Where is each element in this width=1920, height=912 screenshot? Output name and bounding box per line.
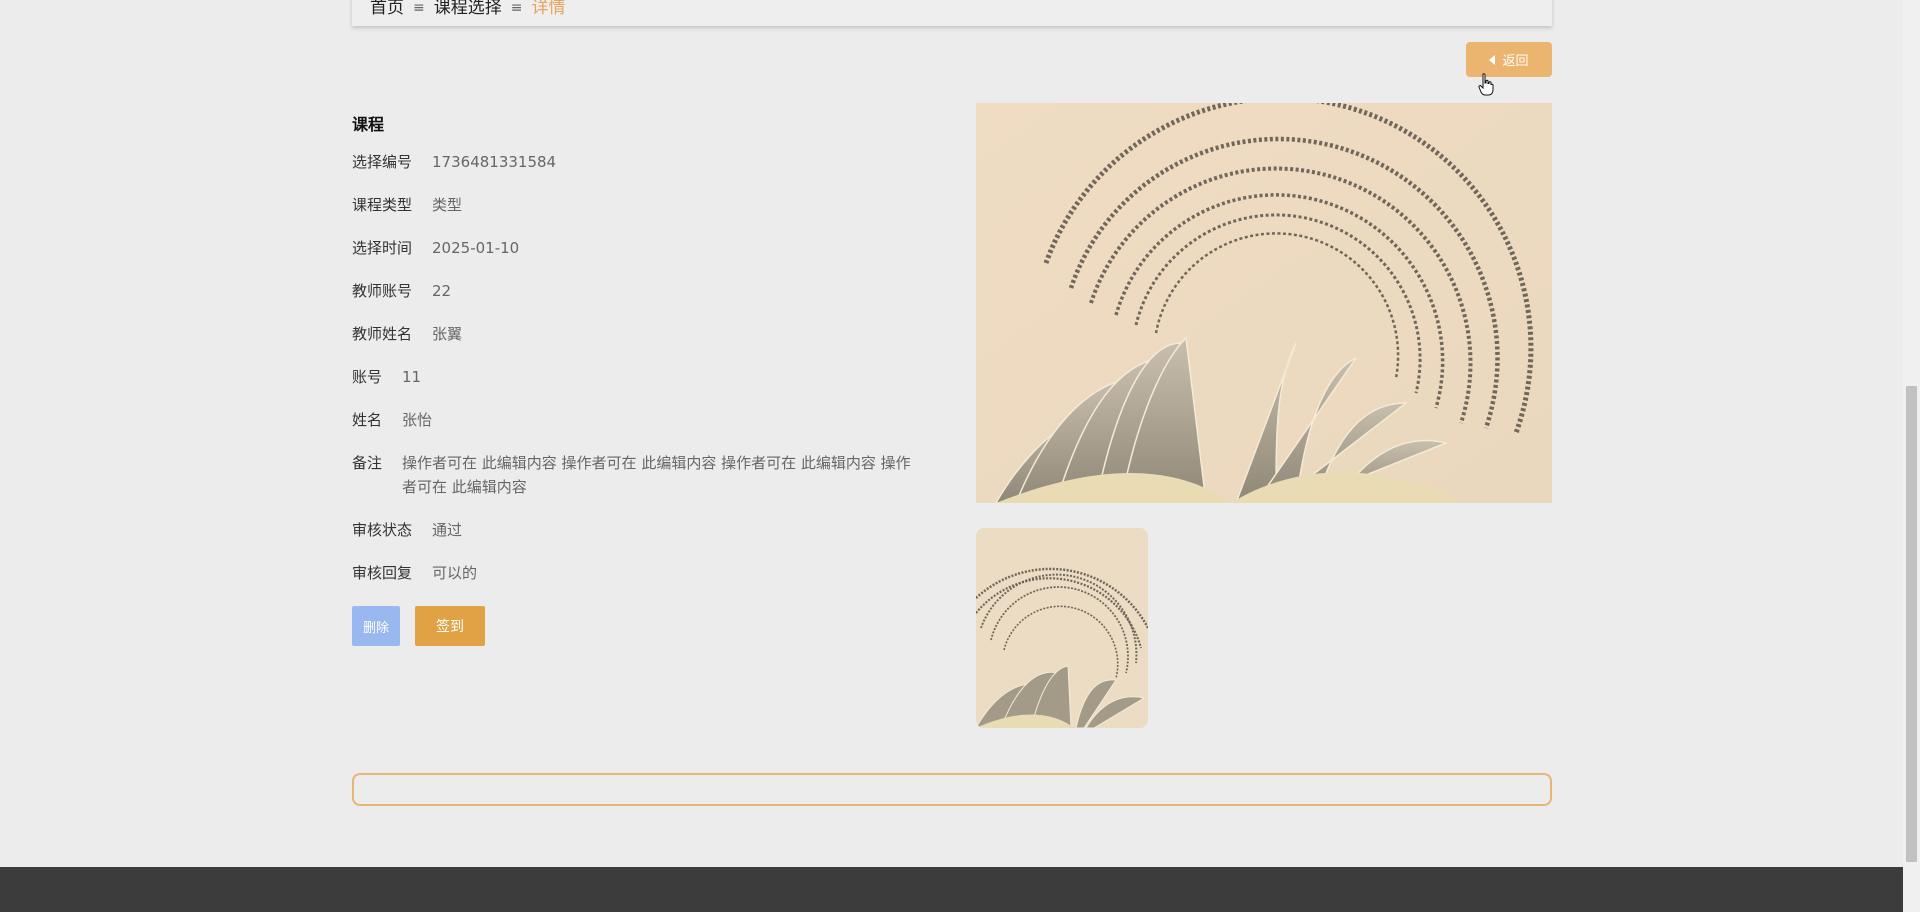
- field-account: 账号 11: [352, 365, 952, 389]
- breadcrumb-separator: ≡: [510, 0, 523, 16]
- field-value: 2025-01-10: [432, 239, 520, 257]
- field-remark: 备注 操作者可在 此编辑内容 操作者可在 此编辑内容 操作者可在 此编辑内容 操…: [352, 451, 952, 499]
- course-detail: 课程 选择编号 1736481331584 课程类型 类型 选择时间 2025-…: [352, 110, 952, 646]
- breadcrumb-course-selection[interactable]: 课程选择: [434, 0, 502, 18]
- field-label: 姓名: [352, 411, 383, 429]
- page: 首页 ≡ 课程选择 ≡ 详情 返回 课程 选择编号 1736481331584 …: [0, 0, 1903, 912]
- field-label: 课程类型: [352, 196, 413, 214]
- field-teacher-name: 教师姓名 张翼: [352, 322, 952, 346]
- action-buttons: 删除 签到: [352, 606, 952, 646]
- caret-left-icon: [1489, 54, 1496, 65]
- field-teacher-account: 教师账号 22: [352, 279, 952, 303]
- back-button[interactable]: 返回: [1466, 42, 1552, 77]
- comment-input[interactable]: [352, 773, 1552, 806]
- back-button-label: 返回: [1502, 54, 1529, 69]
- field-review-reply: 审核回复 可以的: [352, 561, 952, 585]
- field-label: 教师姓名: [352, 325, 413, 343]
- field-label: 选择编号: [352, 153, 413, 171]
- breadcrumb-separator: ≡: [413, 0, 425, 16]
- footer: [0, 867, 1903, 912]
- field-value: 张翼: [432, 325, 463, 343]
- field-course-type: 课程类型 类型: [352, 193, 952, 217]
- course-thumbnail-image[interactable]: [976, 528, 1148, 728]
- hand-cursor-icon: [1478, 73, 1494, 96]
- field-label: 审核回复: [352, 564, 413, 582]
- field-label: 选择时间: [352, 239, 413, 257]
- sign-in-button[interactable]: 签到: [415, 606, 485, 646]
- field-value: 可以的: [432, 564, 478, 582]
- field-value: 张怡: [402, 411, 433, 429]
- field-label: 账号: [352, 368, 383, 386]
- field-value: 1736481331584: [432, 153, 557, 171]
- field-selection-id: 选择编号 1736481331584: [352, 150, 952, 174]
- field-label: 教师账号: [352, 282, 413, 300]
- vertical-scrollbar[interactable]: [1903, 0, 1920, 912]
- field-name: 姓名 张怡: [352, 408, 952, 432]
- field-value: 操作者可在 此编辑内容 操作者可在 此编辑内容 操作者可在 此编辑内容 操作者可…: [402, 454, 911, 496]
- breadcrumb-current: 详情: [531, 0, 566, 18]
- breadcrumb-home[interactable]: 首页: [370, 0, 404, 18]
- field-value: 通过: [432, 521, 463, 539]
- field-value: 22: [432, 282, 452, 300]
- field-value: 类型: [432, 196, 463, 214]
- field-label: 备注: [352, 454, 383, 472]
- detail-heading: 课程: [352, 115, 385, 134]
- delete-button[interactable]: 删除: [352, 606, 400, 646]
- field-label: 审核状态: [352, 521, 413, 539]
- field-selection-time: 选择时间 2025-01-10: [352, 236, 952, 260]
- breadcrumb: 首页 ≡ 课程选择 ≡ 详情: [352, 0, 1552, 26]
- field-value: 11: [402, 368, 422, 386]
- scrollbar-thumb[interactable]: [1906, 386, 1917, 862]
- field-review-status: 审核状态 通过: [352, 518, 952, 542]
- course-cover-image[interactable]: [976, 103, 1552, 503]
